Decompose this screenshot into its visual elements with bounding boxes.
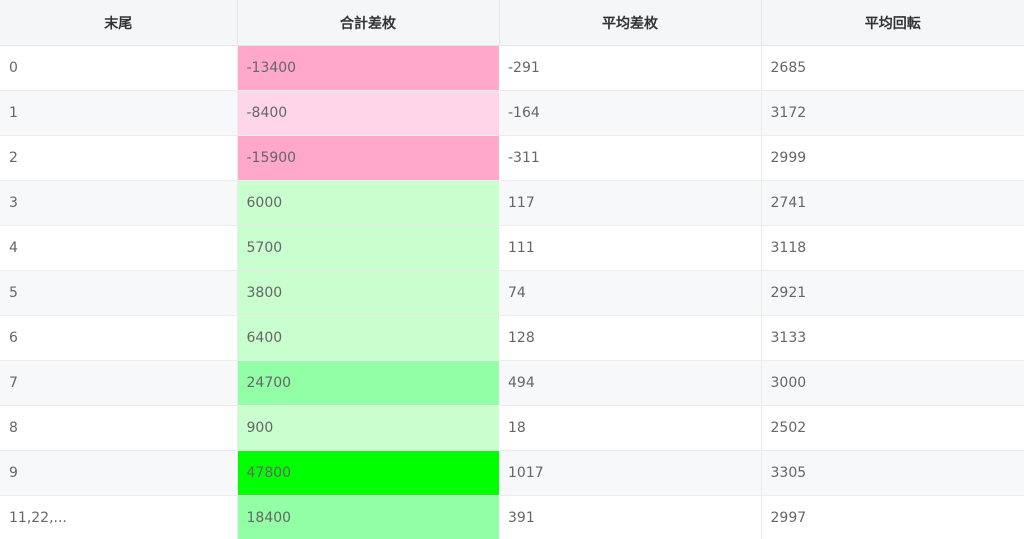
avg-spin-cell: 3172: [761, 90, 1024, 136]
avg-spin-cell: 2999: [761, 135, 1024, 181]
avg-spin-cell: 2502: [761, 405, 1024, 451]
avg-spin-cell: 3133: [761, 315, 1024, 361]
table-row: 5 3800 74 2921: [0, 270, 1024, 316]
total-diff-cell: 6400: [237, 315, 499, 361]
header-avg-diff[interactable]: 平均差枚: [499, 0, 762, 46]
table-row: 11,22,... 18400 391 2997: [0, 495, 1024, 539]
tail-cell: 8: [0, 405, 238, 451]
total-diff-cell: 3800: [237, 270, 499, 316]
avg-spin-cell: 2741: [761, 180, 1024, 226]
avg-spin-cell: 2685: [761, 45, 1024, 91]
avg-diff-cell: 117: [499, 180, 762, 226]
avg-spin-cell: 2921: [761, 270, 1024, 316]
table-row: 7 24700 494 3000: [0, 360, 1024, 406]
total-diff-cell: 18400: [237, 495, 499, 539]
avg-spin-cell: 3305: [761, 450, 1024, 496]
table-row: 9 47800 1017 3305: [0, 450, 1024, 496]
total-diff-cell: -15900: [237, 135, 499, 181]
tail-cell: 11,22,...: [0, 495, 238, 539]
table-row: 8 900 18 2502: [0, 405, 1024, 451]
total-diff-cell: -8400: [237, 90, 499, 136]
tail-stats-table: 末尾 合計差枚 平均差枚 平均回転 0 -13400 -291 2685 1 -…: [0, 0, 1024, 539]
total-diff-cell: 47800: [237, 450, 499, 496]
table-row: 1 -8400 -164 3172: [0, 90, 1024, 136]
table-row: 6 6400 128 3133: [0, 315, 1024, 361]
total-diff-cell: 900: [237, 405, 499, 451]
tail-cell: 2: [0, 135, 238, 181]
table-row: 4 5700 111 3118: [0, 225, 1024, 271]
tail-cell: 0: [0, 45, 238, 91]
avg-diff-cell: 111: [499, 225, 762, 271]
avg-diff-cell: 128: [499, 315, 762, 361]
avg-diff-cell: -311: [499, 135, 762, 181]
total-diff-cell: 6000: [237, 180, 499, 226]
header-total-diff[interactable]: 合計差枚: [237, 0, 500, 46]
table-row: 3 6000 117 2741: [0, 180, 1024, 226]
header-avg-spin[interactable]: 平均回転: [761, 0, 1024, 46]
avg-spin-cell: 2997: [761, 495, 1024, 539]
tail-cell: 4: [0, 225, 238, 271]
avg-diff-cell: 18: [499, 405, 762, 451]
table-row: 2 -15900 -311 2999: [0, 135, 1024, 181]
tail-cell: 1: [0, 90, 238, 136]
total-diff-cell: 24700: [237, 360, 499, 406]
tail-cell: 5: [0, 270, 238, 316]
avg-diff-cell: 74: [499, 270, 762, 316]
avg-spin-cell: 3118: [761, 225, 1024, 271]
tail-cell: 7: [0, 360, 238, 406]
avg-diff-cell: 494: [499, 360, 762, 406]
avg-diff-cell: 391: [499, 495, 762, 539]
tail-cell: 6: [0, 315, 238, 361]
avg-spin-cell: 3000: [761, 360, 1024, 406]
table-row: 0 -13400 -291 2685: [0, 45, 1024, 91]
total-diff-cell: -13400: [237, 45, 499, 91]
header-tail[interactable]: 末尾: [0, 0, 238, 46]
avg-diff-cell: -164: [499, 90, 762, 136]
avg-diff-cell: -291: [499, 45, 762, 91]
header-row: 末尾 合計差枚 平均差枚 平均回転: [0, 0, 1024, 46]
total-diff-cell: 5700: [237, 225, 499, 271]
tail-cell: 3: [0, 180, 238, 226]
tail-cell: 9: [0, 450, 238, 496]
avg-diff-cell: 1017: [499, 450, 762, 496]
